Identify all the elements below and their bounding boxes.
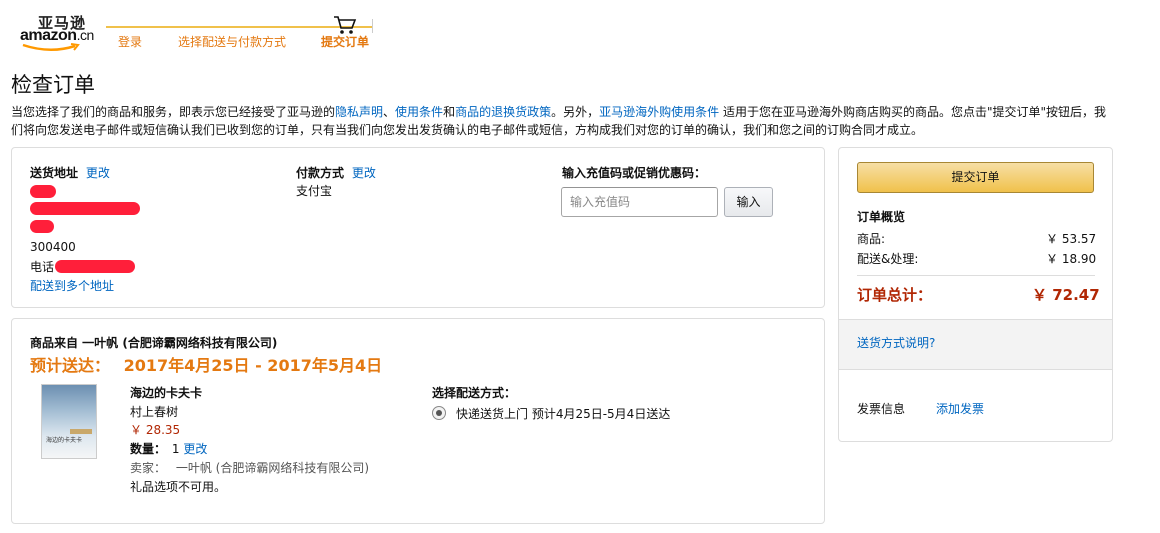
- page-title: 检查订单: [11, 73, 95, 97]
- eta-range: 2017年4月25日 - 2017年5月4日: [123, 356, 383, 375]
- product-title[interactable]: 海边的卡夫卡: [130, 384, 202, 401]
- payment-method-header: 付款方式 更改: [296, 164, 376, 181]
- shipping-option-label[interactable]: 快递送货上门 预计4月25日-5月4日送达: [456, 405, 670, 422]
- shipping-fee-label: 配送&处理:: [857, 252, 919, 266]
- seller-row: 卖家： 一叶帆 (合肥谛霸网络科技有限公司): [130, 459, 369, 476]
- order-summary-title: 订单概览: [857, 210, 906, 224]
- change-quantity-link[interactable]: 更改: [183, 442, 207, 456]
- phone-label: 电话: [30, 260, 55, 274]
- cart-icon: [334, 16, 357, 34]
- summary-divider: [857, 275, 1095, 276]
- promo-code-input[interactable]: [561, 187, 718, 217]
- estimated-delivery: 预计送达： 2017年4月25日 - 2017年5月4日: [30, 352, 382, 376]
- items-subtotal-value: ￥ 53.57: [1046, 232, 1097, 246]
- shipping-option-radio[interactable]: [432, 406, 446, 420]
- shipping-method-label: 选择配送方式：: [432, 386, 517, 400]
- submit-order-button[interactable]: 提交订单: [857, 162, 1094, 193]
- add-invoice-link[interactable]: 添加发票: [936, 400, 984, 417]
- shipment-seller-heading: 商品来自 一叶帆 (合肥谛霸网络科技有限公司): [30, 336, 278, 350]
- seller-name: 一叶帆 (合肥谛霸网络科技有限公司): [175, 461, 370, 475]
- step-login[interactable]: 登录: [118, 33, 142, 50]
- seller-label: 卖家：: [130, 461, 167, 475]
- quantity-value: 1: [171, 442, 180, 456]
- shipping-fee-value: ￥ 18.90: [1046, 252, 1097, 266]
- shipping-method-info-link[interactable]: 送货方式说明?: [857, 334, 935, 351]
- shipping-address-label: 送货地址: [30, 166, 79, 180]
- smile-arrow-icon: [22, 43, 80, 51]
- legal-notice: 当您选择了我们的商品和服务，即表示您已经接受了亚马逊的隐私声明、使用条件和商品的…: [11, 105, 1106, 137]
- payment-method-value: 支付宝: [296, 184, 333, 198]
- cover-label-band: [70, 429, 92, 434]
- terms-link[interactable]: 使用条件: [395, 105, 443, 119]
- quantity-label: 数量：: [130, 442, 167, 456]
- ship-to-multiple-link[interactable]: 配送到多个地址: [30, 277, 114, 294]
- product-price: ￥ 28.35: [130, 423, 181, 437]
- privacy-link[interactable]: 隐私声明: [335, 105, 383, 119]
- returns-policy-link[interactable]: 商品的退换货政策: [455, 105, 551, 119]
- shipping-address-header: 送货地址 更改: [30, 164, 110, 181]
- redacted-city: [30, 220, 54, 233]
- product-author: 村上春树: [130, 405, 179, 419]
- redacted-address: [30, 202, 140, 215]
- invoice-info-label: 发票信息: [857, 402, 906, 416]
- gift-options-note: 礼品选项不可用。: [130, 480, 227, 494]
- checkout-progress-end: [372, 19, 373, 33]
- promo-code-label: 输入充值码或促销优惠码：: [562, 166, 707, 180]
- step-shipping-payment[interactable]: 选择配送与付款方式: [178, 33, 286, 50]
- cover-title: 海边的卡夫卡: [46, 437, 83, 444]
- zip-code: 300400: [30, 240, 76, 254]
- order-total-value: ￥ 72.47: [1032, 286, 1100, 304]
- order-total-label: 订单总计：: [857, 286, 933, 304]
- apply-promo-button[interactable]: 输入: [724, 187, 773, 217]
- step-submit-order: 提交订单: [321, 35, 370, 49]
- overseas-terms-link[interactable]: 亚马逊海外购使用条件: [599, 105, 719, 119]
- change-address-link[interactable]: 更改: [86, 166, 110, 180]
- change-payment-link[interactable]: 更改: [352, 166, 376, 180]
- eta-label: 预计送达：: [30, 356, 111, 375]
- quantity-row: 数量： 1 更改: [130, 440, 207, 457]
- items-subtotal-label: 商品:: [857, 232, 886, 246]
- book-cover-image[interactable]: 海边的卡夫卡: [41, 384, 97, 459]
- redacted-phone: [55, 260, 135, 273]
- redacted-name: [30, 185, 56, 198]
- payment-method-label: 付款方式: [296, 166, 345, 180]
